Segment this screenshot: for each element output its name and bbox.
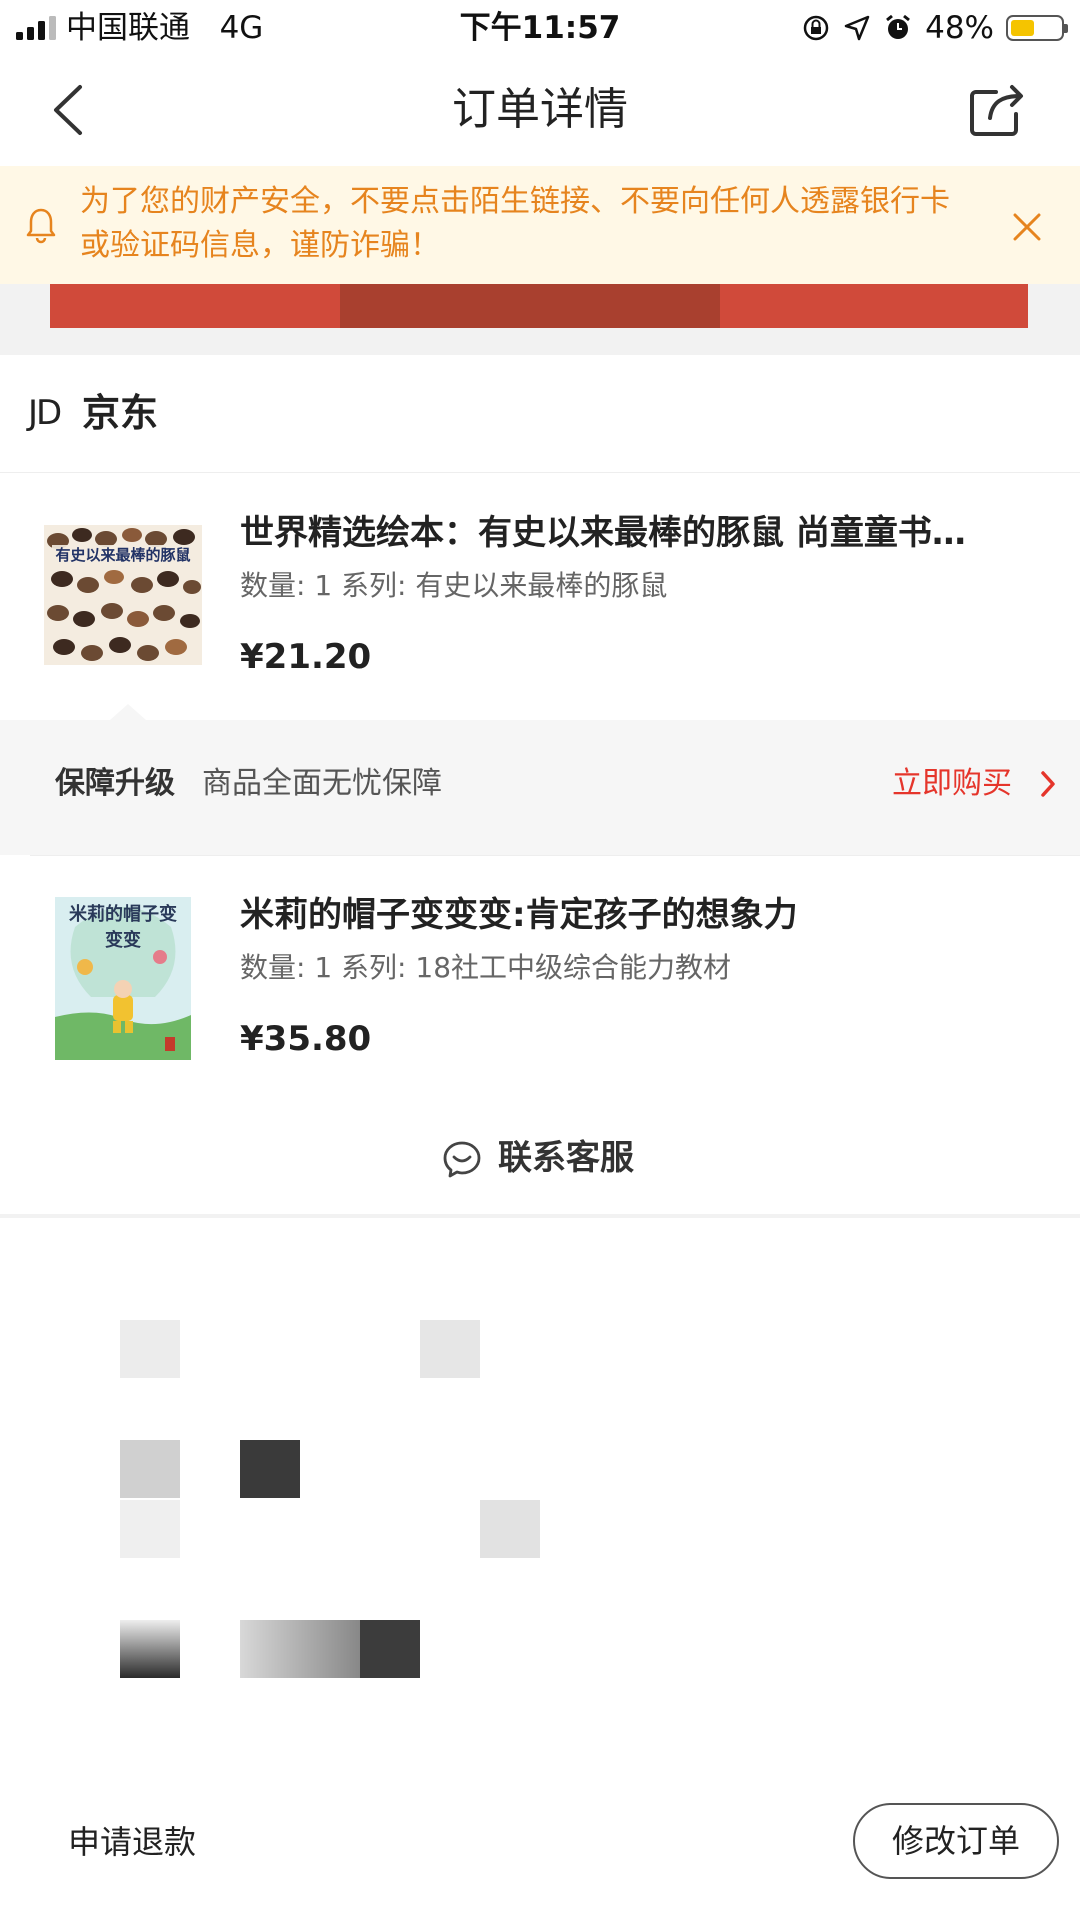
chevron-right-icon[interactable] xyxy=(1040,770,1056,798)
redacted-block xyxy=(120,1500,180,1558)
notice-text: 为了您的财产安全，不要点击陌生链接、不要向任何人透露银行卡 或验证码信息，谨防诈… xyxy=(80,180,990,268)
notice-line-1: 为了您的财产安全，不要点击陌生链接、不要向任何人透露银行卡 xyxy=(80,184,950,219)
location-icon xyxy=(844,15,870,41)
redacted-block xyxy=(120,1440,180,1498)
caret-up xyxy=(110,704,146,720)
product-cover-title: 米莉的帽子变变变 xyxy=(69,904,177,951)
status-bar: 中国联通 4G 下午11:57 48% xyxy=(0,0,1080,54)
battery-icon xyxy=(1006,15,1068,41)
rotation-lock-icon xyxy=(803,15,829,41)
shop-header[interactable] xyxy=(0,355,1080,472)
product-title: 米莉的帽子变变变:肯定孩子的想象力 xyxy=(240,895,798,935)
close-icon[interactable] xyxy=(1012,212,1042,242)
redacted-block xyxy=(120,1620,180,1678)
promo-banner-image xyxy=(340,284,720,328)
buy-now-link[interactable]: 立即购买 xyxy=(892,762,1012,806)
notice-line-2: 或验证码信息，谨防诈骗！ xyxy=(80,228,440,263)
bell-icon xyxy=(26,208,56,244)
redacted-block xyxy=(360,1620,420,1678)
product-price: ¥21.20 xyxy=(240,637,372,677)
redacted-block xyxy=(240,1440,300,1498)
redacted-block xyxy=(240,1620,360,1678)
guarantee-label: 保障升级 xyxy=(55,766,175,801)
modify-order-button[interactable]: 修改订单 xyxy=(853,1803,1059,1879)
product-price: ¥35.80 xyxy=(240,1019,372,1059)
redacted-block xyxy=(120,1320,180,1378)
page-title: 订单详情 xyxy=(452,84,628,135)
alarm-icon xyxy=(886,14,911,39)
redacted-block xyxy=(420,1320,480,1378)
chat-smile-icon xyxy=(443,1141,481,1178)
refund-button[interactable]: 申请退款 xyxy=(68,1818,196,1866)
jd-logo: JD xyxy=(28,393,62,433)
product-meta: 数量: 1 系列: 18社工中级综合能力教材 xyxy=(240,951,732,984)
product-cover-title: 有史以来最棒的豚鼠 xyxy=(55,546,191,564)
product-title: 世界精选绘本：有史以来最棒的豚鼠 尚童童书… xyxy=(240,513,966,553)
redacted-block xyxy=(480,1500,540,1558)
product-meta: 数量: 1 系列: 有史以来最棒的豚鼠 xyxy=(240,569,668,602)
share-icon[interactable] xyxy=(968,82,1028,138)
divider xyxy=(30,855,1080,856)
contact-service-label: 联系客服 xyxy=(498,1138,634,1178)
guarantee-desc: 商品全面无忧保障 xyxy=(202,766,442,801)
battery-percent: 48% xyxy=(925,10,994,46)
battery-level xyxy=(1011,20,1034,36)
shop-name: 京东 xyxy=(82,391,159,435)
status-right: 48% xyxy=(801,8,1068,48)
